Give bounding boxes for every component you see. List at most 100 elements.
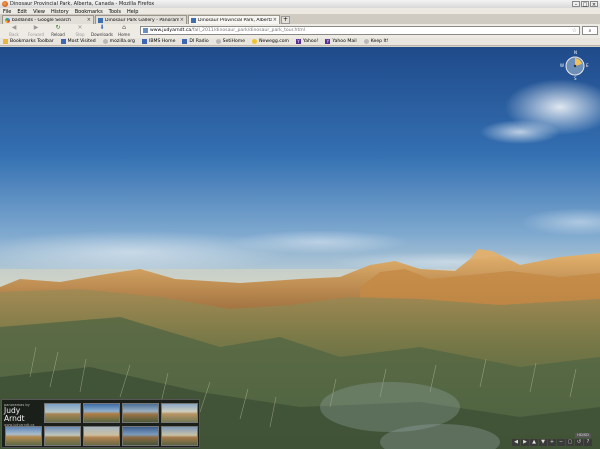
tab-label: Dinosaur Provincial Park, Alberta, C... <box>198 17 272 23</box>
page-icon <box>98 17 103 23</box>
reload-label: Reload <box>51 32 65 37</box>
panorama-thumbnail[interactable] <box>83 403 120 423</box>
compass-s: S <box>574 76 577 81</box>
folder-icon <box>3 39 8 44</box>
panorama-thumbnail[interactable] <box>44 426 81 446</box>
bookmark-label: Yahoo Mail <box>332 39 357 44</box>
bookmark-label: Most Visited <box>67 39 96 44</box>
tab-dinosaur-park[interactable]: Dinosaur Provincial Park, Alberta, C... … <box>188 15 280 24</box>
google-icon <box>5 17 10 23</box>
pan-right-button[interactable]: ▶ <box>521 439 529 446</box>
search-icon: ⌕ <box>588 28 592 34</box>
compass-icon <box>565 56 585 76</box>
viewer-controls: ◀ ▶ ▲ ▼ + − ▢ ↺ ? <box>512 439 592 446</box>
pan-left-button[interactable]: ◀ <box>512 439 520 446</box>
bookmark-setihome[interactable]: SetiHome <box>215 39 246 44</box>
help-button[interactable]: ? <box>584 439 592 446</box>
page-icon <box>191 17 196 23</box>
forward-label: Forward <box>27 32 45 37</box>
panorama-thumbnail[interactable] <box>122 426 159 446</box>
bookmark-icon <box>182 39 188 44</box>
bookmark-yahoo[interactable]: Y Yahoo! <box>296 39 318 44</box>
site-identity-icon[interactable] <box>143 28 148 33</box>
bookmark-di-radio[interactable]: DI Radio <box>182 39 209 44</box>
downloads-button[interactable]: ⬇ Downloads <box>91 25 113 38</box>
navigation-toolbar: ◀ Back ▶ Forward ↻ Reload ✕ Stop ⬇ Downl… <box>0 24 600 38</box>
maximize-button[interactable]: □ <box>581 1 589 8</box>
bookmark-toolbar-folder[interactable]: Bookmarks Toolbar <box>3 39 54 44</box>
close-tab-icon[interactable]: × <box>87 17 91 23</box>
url-host: www.judyarndt.ca <box>150 28 192 33</box>
bookmark-label: Newegg.com <box>259 39 290 44</box>
autorotate-button[interactable]: ↺ <box>575 439 583 446</box>
bookmark-most-visited[interactable]: Most Visited <box>60 39 96 44</box>
pan-down-button[interactable]: ▼ <box>539 439 547 446</box>
bookmark-mozilla[interactable]: mozilla.org <box>102 39 135 44</box>
forward-button[interactable]: ▶ Forward <box>25 25 47 38</box>
download-icon: ⬇ <box>99 24 105 31</box>
downloads-label: Downloads <box>91 32 113 37</box>
panorama-image[interactable] <box>0 47 600 449</box>
bookmark-icon <box>141 39 147 44</box>
bookmark-icon <box>215 39 221 44</box>
stop-icon: ✕ <box>77 24 83 31</box>
bookmark-icon <box>363 39 369 44</box>
bookmark-keep-it[interactable]: Keep It! <box>363 39 389 44</box>
bookmark-label: Yahoo! <box>303 39 319 44</box>
zoom-in-button[interactable]: + <box>548 439 556 446</box>
brand-name: Judy Arndt <box>4 406 25 423</box>
close-tab-icon[interactable]: × <box>180 17 184 23</box>
bookmark-icon <box>60 39 66 44</box>
bookmark-icon <box>102 39 108 44</box>
firefox-icon <box>2 1 8 7</box>
panorama-thumbnail[interactable] <box>44 403 81 423</box>
compass-w: W <box>560 63 564 68</box>
stop-button[interactable]: ✕ Stop <box>69 25 91 38</box>
compass-widget[interactable]: N S E W <box>560 50 589 81</box>
panorama-thumbnail[interactable] <box>83 426 120 446</box>
bookmark-label: DI Radio <box>189 39 209 44</box>
reload-icon: ↻ <box>55 24 61 31</box>
bookmark-label: IBMS Home <box>148 39 176 44</box>
panorama-thumbnail[interactable] <box>5 426 42 446</box>
bookmark-star-icon[interactable]: ☆ <box>572 27 577 34</box>
tab-label: Dinosaur Park Gallery - Panoramas... <box>105 17 179 23</box>
tab-panorama-gallery[interactable]: Dinosaur Park Gallery - Panoramas... × <box>95 15 187 24</box>
window-controls: – □ × <box>572 1 598 8</box>
bookmark-label: mozilla.org <box>109 39 135 44</box>
close-tab-icon[interactable]: × <box>273 17 277 23</box>
bookmark-yahoo-mail[interactable]: Y Yahoo Mail <box>325 39 357 44</box>
back-button[interactable]: ◀ Back <box>3 25 25 38</box>
bookmark-ibms-home[interactable]: IBMS Home <box>141 39 176 44</box>
home-label: Home <box>118 32 130 37</box>
compass-n: N <box>574 50 577 55</box>
stop-label: Stop <box>75 32 85 37</box>
pan-up-button[interactable]: ▲ <box>530 439 538 446</box>
close-button[interactable]: × <box>590 1 598 8</box>
url-path: /fall_2011/dinosaur_park/dinosaur_park_t… <box>191 28 306 33</box>
bookmark-label: Bookmarks Toolbar <box>10 39 54 44</box>
yahoo-icon: Y <box>296 39 302 44</box>
fullscreen-button[interactable]: ▢ <box>566 439 574 446</box>
home-icon: ⌂ <box>122 24 126 31</box>
address-bar[interactable]: www.judyarndt.ca/fall_2011/dinosaur_park… <box>140 26 580 35</box>
panorama-thumbnail[interactable] <box>122 403 159 423</box>
bookmark-label: SetiHome <box>222 39 246 44</box>
bookmark-icon <box>252 39 258 44</box>
panorama-viewer[interactable]: N S E W panoramas by Judy Arndt www.judy… <box>0 47 600 449</box>
bookmark-newegg[interactable]: Newegg.com <box>252 39 289 44</box>
search-box[interactable]: ⌕ <box>582 26 598 35</box>
hd-toggle[interactable]: HD/SD <box>575 433 591 438</box>
bookmark-label: Keep It! <box>370 39 389 44</box>
thumbnail-panel: panoramas by Judy Arndt www.judyarndt.ca <box>1 399 200 448</box>
photographer-brand: panoramas by Judy Arndt www.judyarndt.ca <box>4 403 42 427</box>
minimize-button[interactable]: – <box>572 1 580 8</box>
tab-google-search[interactable]: badlands - Google Search × <box>2 15 94 24</box>
home-button[interactable]: ⌂ Home <box>113 25 135 38</box>
new-tab-button[interactable]: + <box>281 16 290 24</box>
zoom-out-button[interactable]: − <box>557 439 565 446</box>
compass-e: E <box>586 63 589 68</box>
panorama-thumbnail[interactable] <box>161 403 198 423</box>
reload-button[interactable]: ↻ Reload <box>47 25 69 38</box>
panorama-thumbnail[interactable] <box>161 426 198 446</box>
